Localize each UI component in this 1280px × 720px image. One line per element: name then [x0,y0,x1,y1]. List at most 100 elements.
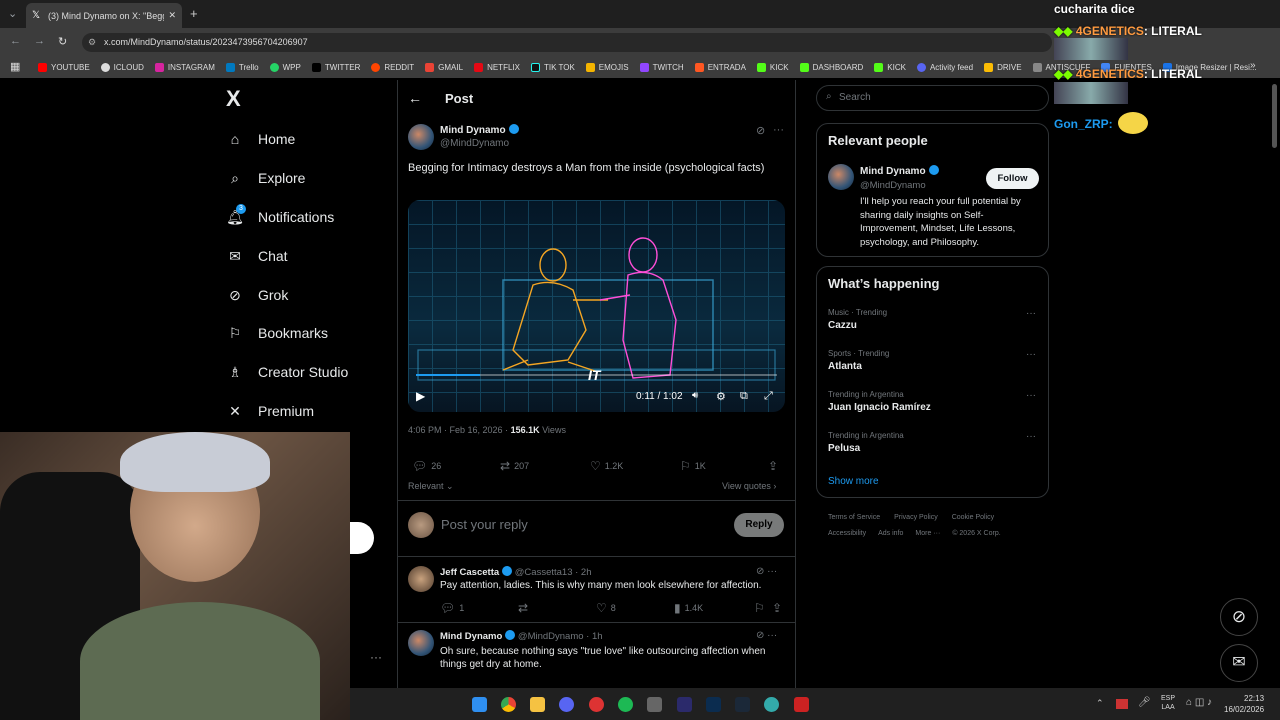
bookmark-item[interactable]: TIK TOK [530,62,575,72]
sidebar-item-bookmarks[interactable]: ⚐ Bookmarks [226,321,328,345]
view-quotes-link[interactable]: View quotes › [722,481,776,491]
app-icon[interactable] [764,697,779,712]
app-icon[interactable] [589,697,604,712]
video-player[interactable]: IT ▶ 0:11 / 1:02 🔊︎ ⚙ ⧉ ⤢ [408,200,785,412]
reload-icon[interactable]: ↻ [58,35,67,48]
settings-icon[interactable]: ⚙ [716,390,726,403]
footer-link[interactable]: More ··· [915,530,940,537]
volume-icon[interactable]: 🔊︎ [692,390,698,401]
post-more-icon[interactable]: ··· [773,124,784,136]
sidebar-item-explore[interactable]: ⌕ Explore [226,166,305,190]
show-more-link[interactable]: Show more [828,476,879,487]
bookmark-item[interactable]: DASHBOARD [799,62,863,72]
reply-action[interactable]: 💬︎ 26 [412,459,441,473]
clock[interactable]: 22:13 16/02/2026 [1224,693,1264,715]
bookmark-item[interactable]: TWITTER [311,62,360,72]
trend-more-icon[interactable]: ··· [1026,390,1036,401]
language-indicator[interactable]: ESP LAA [1161,694,1175,712]
author-name-row[interactable]: Mind Dynamo [440,124,519,136]
bookmark-item[interactable]: KICK [756,62,789,72]
post-button-partial[interactable] [350,522,374,554]
sort-dropdown[interactable]: Relevant ⌄ [408,481,454,492]
bookmark-item[interactable]: ENTRADA [694,62,746,72]
apps-grid-icon[interactable]: ▦ [10,60,20,73]
start-icon[interactable] [472,697,487,712]
app-icon[interactable] [794,697,809,712]
photoshop-icon[interactable] [706,697,721,712]
person-handle[interactable]: @MindDynamo [860,180,926,191]
trend-more-icon[interactable]: ··· [1026,431,1036,442]
sidebar-item-chat[interactable]: ✉ Chat [226,244,287,268]
spotify-icon[interactable] [618,697,633,712]
bookmark-item[interactable]: ICLOUD [100,62,144,72]
reply-button[interactable]: Reply [734,513,784,537]
reply-reply-action[interactable]: 💬︎ 1 [440,601,464,615]
back-icon[interactable]: ← [10,35,21,47]
site-info-icon[interactable]: ⚙ [88,37,96,48]
mic-icon[interactable]: 🎤︎ [1138,697,1151,708]
sidebar-item-grok[interactable]: ⊘ Grok [226,283,288,307]
bookmark-action[interactable]: ⚐ 1K [680,459,706,473]
page-scrollbar[interactable] [1272,84,1277,148]
bookmark-item[interactable]: REDDIT [371,62,414,72]
trend-item[interactable]: Trending in Argentina Pelusa [828,431,904,454]
reply-avatar[interactable] [408,630,434,656]
footer-link[interactable]: Ads info [878,530,903,537]
author-handle[interactable]: @MindDynamo [440,138,509,149]
discord-icon[interactable] [559,697,574,712]
grok-explain-icon[interactable]: ⊘ ··· [756,630,777,641]
follow-button[interactable]: Follow [986,168,1039,189]
messages-float-icon[interactable]: ✉ [1220,644,1258,682]
wifi-icon[interactable]: ⌂ ◫ ♪ [1186,697,1212,708]
trend-more-icon[interactable]: ··· [1026,308,1036,319]
tray-icon[interactable] [1116,699,1128,709]
app-icon[interactable] [647,697,662,712]
reply-input[interactable]: Post your reply [441,517,528,532]
author-avatar[interactable] [408,124,434,150]
back-arrow-icon[interactable]: ← [408,90,422,106]
new-tab-icon[interactable]: + [190,6,198,21]
reply-avatar[interactable] [408,566,434,592]
bookmark-item[interactable]: INSTAGRAM [154,62,215,72]
browser-tab[interactable]: 𝕏 (3) Mind Dynamo on X: "Beggi ✕ [26,3,182,28]
bookmark-item[interactable]: KICK [874,62,906,72]
bookmark-item[interactable]: EMOJIS [585,62,629,72]
x-logo[interactable]: X [226,86,241,112]
reply-like-action[interactable]: ♡ 8 [596,601,616,615]
trend-item[interactable]: Trending in Argentina Juan Ignacio Ramíre… [828,390,931,413]
bookmark-item[interactable]: NETFLIX [474,62,520,72]
sidebar-item-home[interactable]: ⌂ Home [226,127,296,151]
forward-icon[interactable]: → [34,35,45,47]
grok-float-icon[interactable]: ⊘ [1220,598,1258,636]
bookmark-item[interactable]: YOUTUBE [38,62,90,72]
trend-item[interactable]: Music · Trending Cazzu [828,308,887,331]
reply-repost-action[interactable]: ⇄ [518,601,532,615]
trend-more-icon[interactable]: ··· [1026,349,1036,360]
pip-icon[interactable]: ⧉ [740,390,748,403]
tab-search-icon[interactable]: ⌄ [8,7,17,20]
share-action[interactable]: ⇪ [768,459,782,473]
bookmark-item[interactable]: Trello [225,62,259,72]
search-input[interactable]: Search [816,85,1049,111]
bookmark-item[interactable]: DRIVE [984,62,1022,72]
steam-icon[interactable] [735,697,750,712]
chrome-icon[interactable] [501,697,516,712]
bookmark-item[interactable]: WPP [269,62,301,72]
trend-item[interactable]: Sports · Trending Atlanta [828,349,889,372]
bookmark-item[interactable]: TWITCH [639,62,684,72]
reply-header[interactable]: Mind Dynamo @MindDynamo · 1h [440,630,603,642]
play-icon[interactable]: ▶ [416,389,425,403]
reply-bookmark-action[interactable]: ⚐ [754,601,769,615]
repost-action[interactable]: ⇄ 207 [500,459,529,473]
file-explorer-icon[interactable] [530,697,545,712]
fullscreen-icon[interactable]: ⤢ [764,390,773,403]
more-bookmarks-icon[interactable]: » [1250,60,1256,71]
sidebar-item-premium[interactable]: ✕ Premium [226,399,314,423]
grok-explain-icon[interactable]: ⊘ ··· [756,566,777,577]
person-name-row[interactable]: Mind Dynamo [860,165,939,177]
sidebar-item-creator-studio[interactable]: ♗ Creator Studio [226,360,349,384]
bookmark-item[interactable]: GMAIL [425,62,463,72]
footer-link[interactable]: Terms of Service [828,514,880,521]
bookmark-item[interactable]: Activity feed [916,62,973,72]
reply-views[interactable]: ▮ 1.4K [674,601,703,615]
